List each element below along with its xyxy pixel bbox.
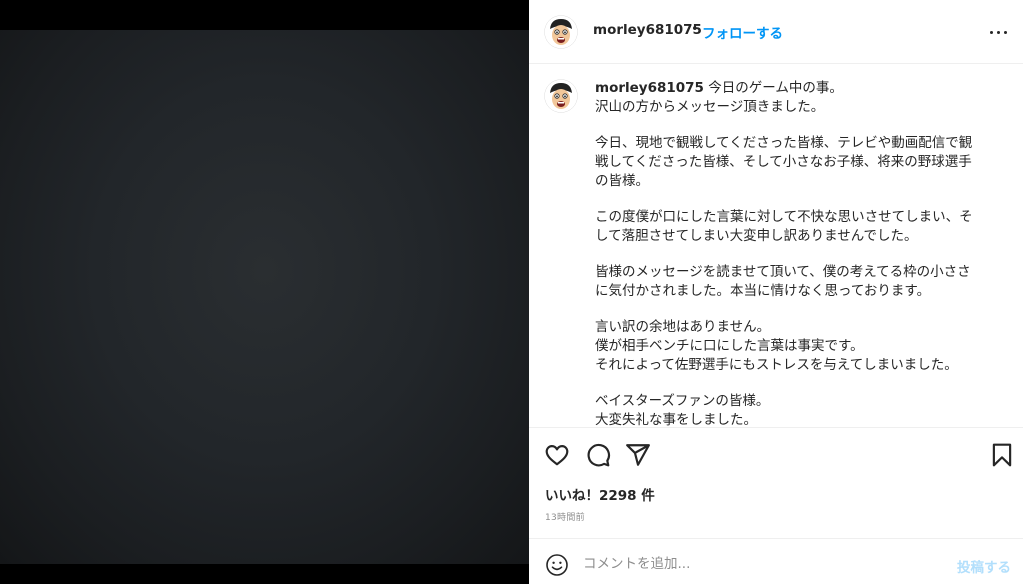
post-comment-button[interactable]: 投稿する: [957, 556, 1011, 576]
caption-paragraph: 皆様のメッセージを読ませて頂いて、僕の考えてる枠の小ささ に気付かされました。本…: [595, 264, 971, 299]
more-options-button[interactable]: [987, 24, 1011, 40]
post-media[interactable]: [0, 30, 529, 564]
avatar[interactable]: [544, 15, 578, 49]
share-icon[interactable]: [625, 442, 651, 468]
caption-paragraph: この度僕が口にした言葉に対して不快な思いさせてしまい、そ して落胆させてしまい大…: [595, 209, 973, 244]
caption-text: morley681075 今日のゲーム中の事。 沢山の方からメッセージ頂きました…: [595, 79, 1007, 427]
follow-button[interactable]: フォローする: [702, 22, 783, 42]
header-separator: •: [691, 22, 699, 37]
caption-paragraph: ベイスターズファンの皆様。 大変失礼な事をしました。: [595, 393, 770, 427]
caption-username[interactable]: morley681075: [595, 80, 704, 96]
post-actions: いいね！2298 件 13時間前: [529, 427, 1023, 537]
cartoon-face-icon: [544, 15, 578, 49]
caption-paragraph: morley681075 今日のゲーム中の事。 沢山の方からメッセージ頂きました…: [595, 80, 843, 115]
media-bottom-band: [0, 564, 529, 584]
post-header: morley681075 • フォローする: [529, 0, 1023, 64]
post-caption: morley681075 今日のゲーム中の事。 沢山の方からメッセージ頂きました…: [529, 65, 1023, 427]
more-horizontal-icon: [990, 31, 993, 34]
caption-avatar[interactable]: [544, 79, 578, 113]
instagram-post-viewer: morley681075 • フォローする morley681075 今日のゲー…: [0, 0, 1023, 584]
header-username[interactable]: morley681075: [593, 22, 702, 38]
bookmark-icon[interactable]: [989, 442, 1015, 468]
comment-input[interactable]: [583, 551, 933, 577]
heart-icon[interactable]: [544, 442, 570, 468]
cartoon-face-icon: [544, 79, 578, 113]
comment-icon[interactable]: [585, 442, 611, 468]
caption-paragraph: 言い訳の余地はありません。 僕が相手ベンチに口にした言葉は事実です。 それによっ…: [595, 319, 958, 373]
post-side-panel: morley681075 • フォローする morley681075 今日のゲー…: [529, 0, 1023, 584]
likes-count[interactable]: いいね！2298 件: [545, 484, 655, 504]
post-timestamp[interactable]: 13時間前: [545, 510, 585, 523]
media-top-band: [0, 0, 529, 30]
caption-paragraph: 今日、現地で観戦してくださった皆様、テレビや動画配信で観 戦してくださった皆様、…: [595, 135, 973, 189]
emoji-icon[interactable]: [545, 553, 569, 577]
comment-bar: 投稿する: [529, 538, 1023, 584]
